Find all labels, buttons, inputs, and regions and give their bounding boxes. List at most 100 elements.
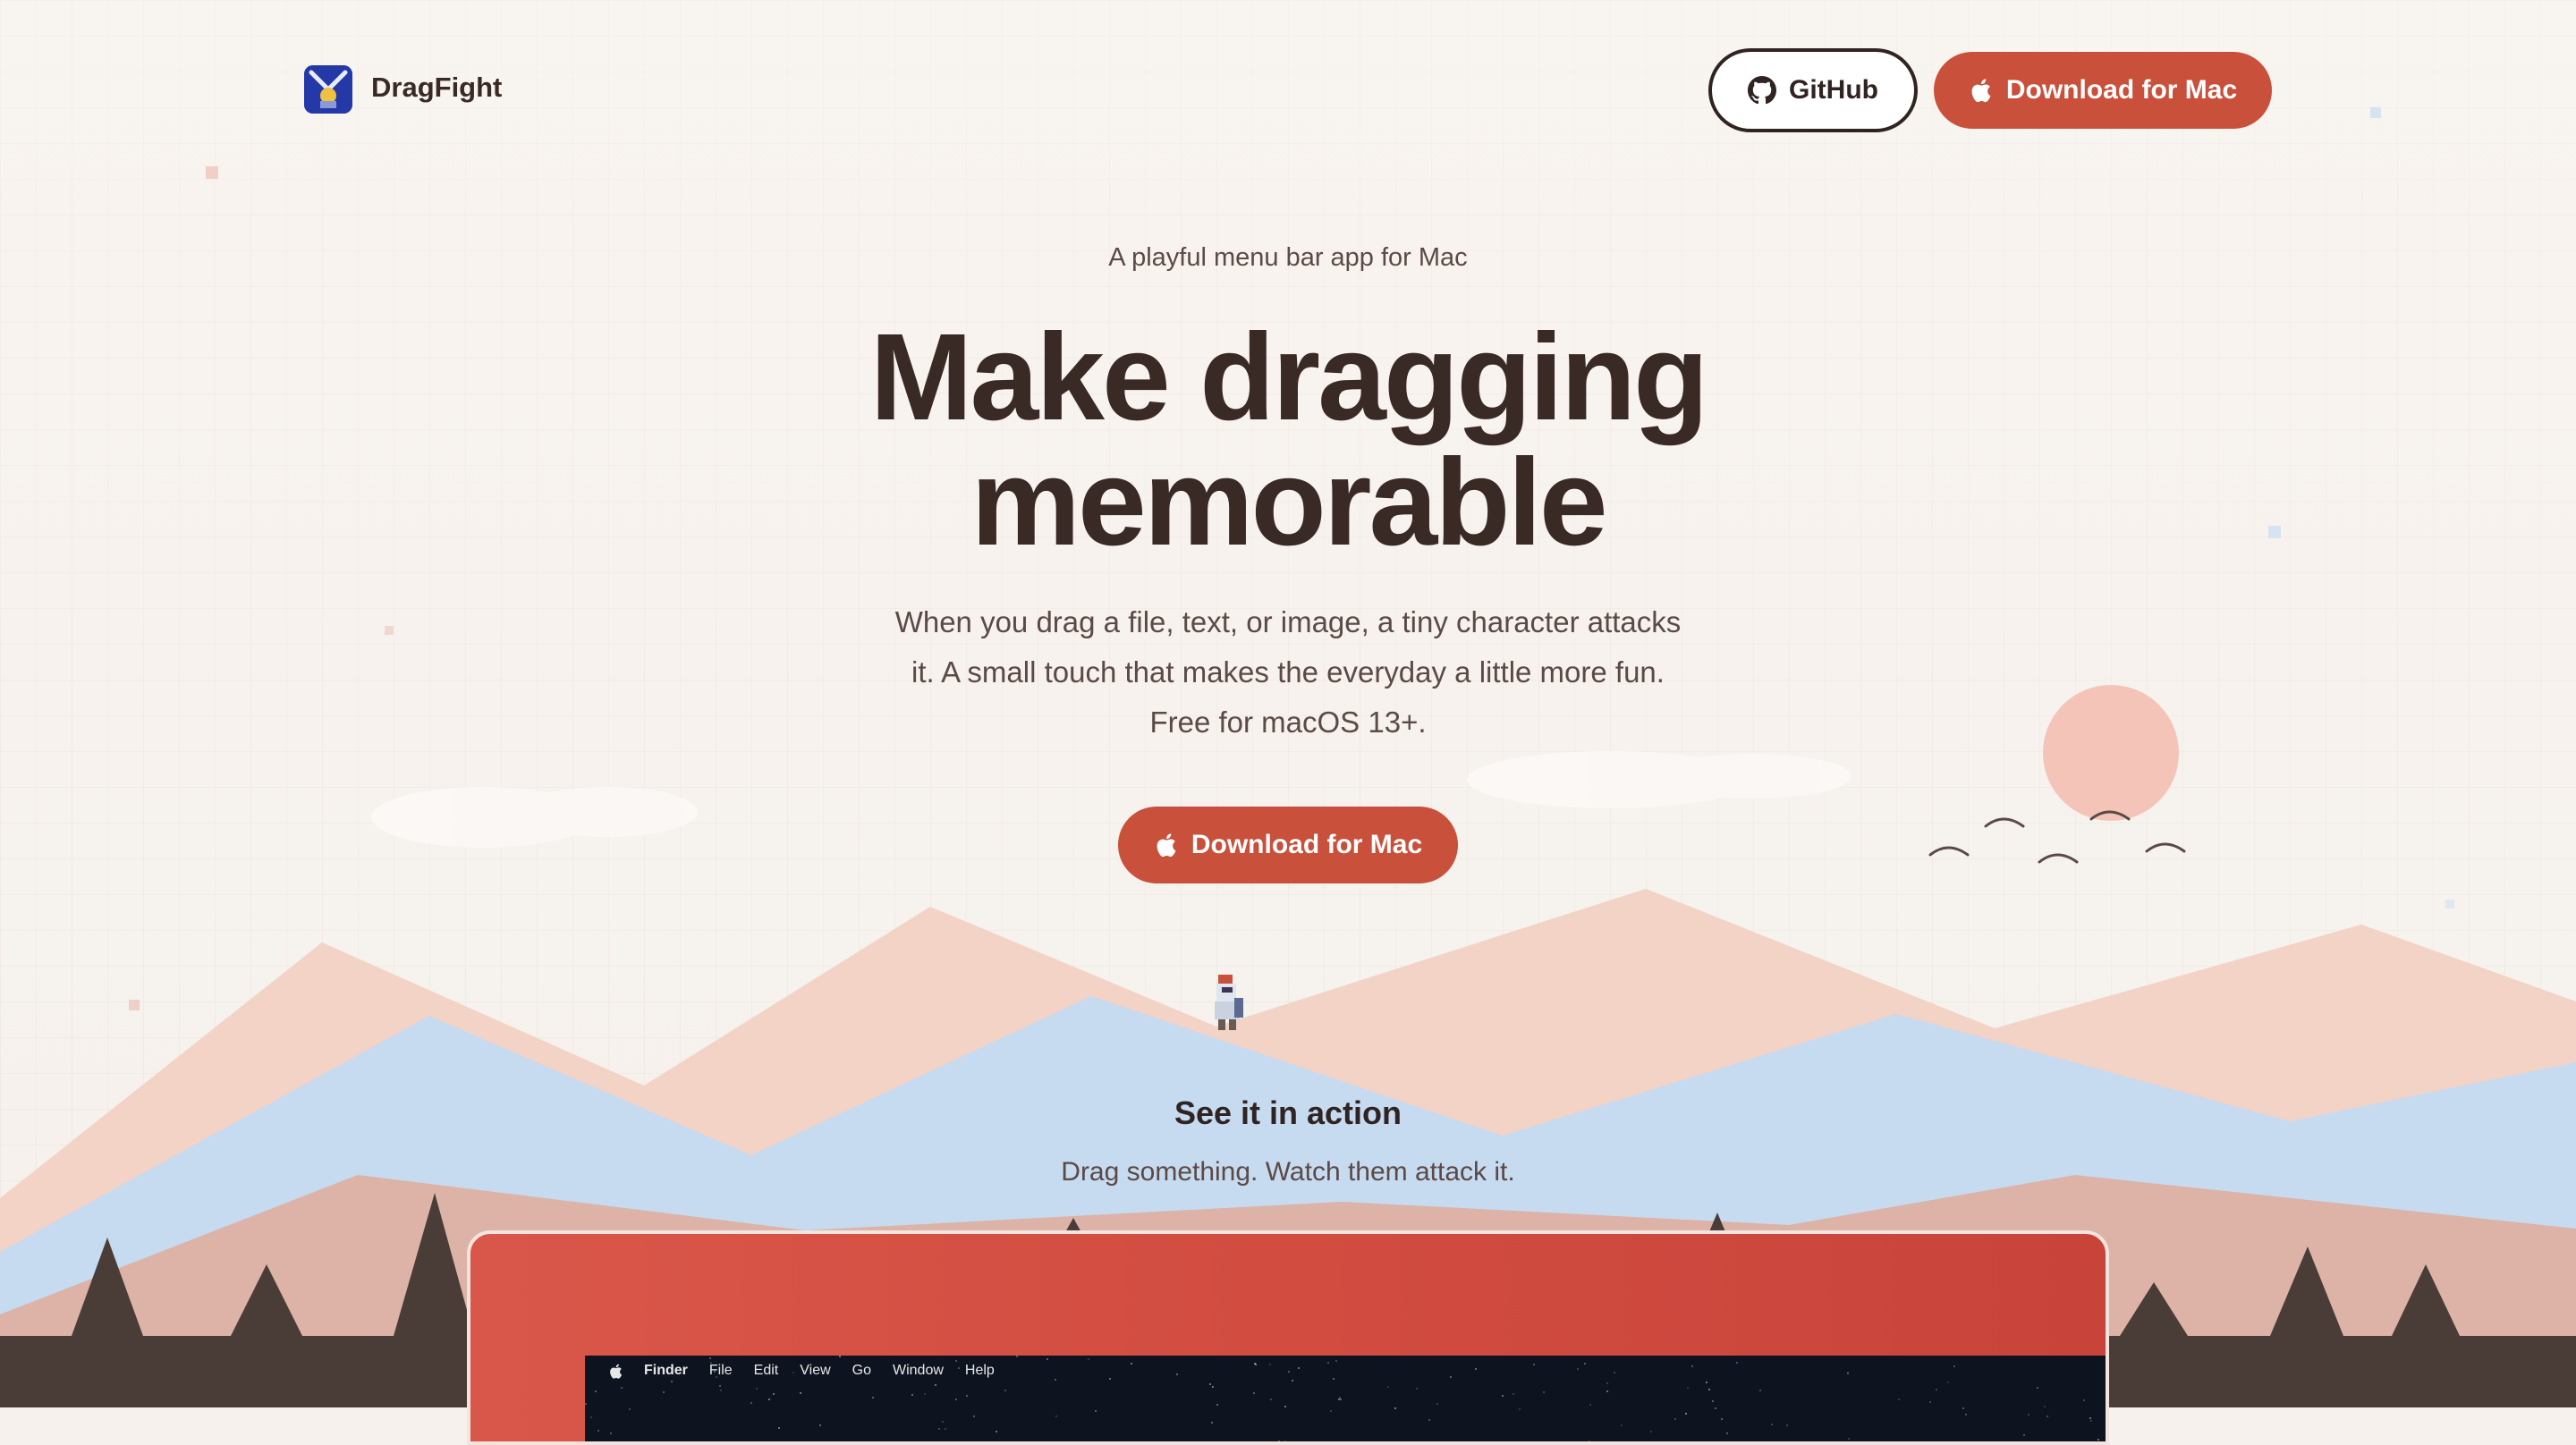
star (1340, 1399, 1342, 1400)
star (938, 1428, 940, 1430)
menubar-window[interactable]: Window (893, 1363, 944, 1379)
star (597, 1430, 599, 1432)
star (585, 1403, 587, 1405)
star (1428, 1419, 1430, 1421)
star (773, 1393, 775, 1395)
star (1543, 1391, 1545, 1393)
star (750, 1402, 752, 1404)
star (1394, 1407, 1396, 1409)
star (819, 1424, 821, 1426)
menubar-help[interactable]: Help (965, 1363, 995, 1379)
star (1284, 1441, 1286, 1442)
menubar-go[interactable]: Go (852, 1363, 871, 1379)
headline-line-1: Make dragging (869, 308, 1709, 446)
hero-description: When you drag a file, text, or image, a … (894, 605, 1682, 739)
star (1936, 1389, 1937, 1390)
star (1721, 1418, 1723, 1420)
star (2090, 1420, 2092, 1422)
app-logo-icon[interactable] (304, 65, 352, 114)
brand-name[interactable]: DragFight (371, 72, 502, 104)
headline: Make dragging memorable (0, 315, 2576, 565)
star (1621, 1424, 1623, 1426)
star (1211, 1422, 1213, 1424)
star (1278, 1441, 1280, 1442)
star (2037, 1387, 2038, 1389)
star (756, 1388, 758, 1390)
star (1715, 1407, 1716, 1409)
star (1848, 1438, 1850, 1440)
star (1589, 1404, 1591, 1406)
star (1519, 1408, 1521, 1410)
download-button-header[interactable]: Download for Mac (1934, 52, 2272, 129)
star (1650, 1431, 1652, 1432)
headline-line-2: memorable (970, 434, 1607, 571)
github-label: GitHub (1789, 75, 1878, 105)
menubar-file[interactable]: File (709, 1363, 733, 1379)
apple-icon (1157, 833, 1176, 858)
star (1259, 1442, 1261, 1444)
star (768, 1399, 770, 1400)
star (1606, 1390, 1608, 1392)
star (2083, 1399, 2085, 1401)
download-label: Download for Mac (2005, 75, 2238, 105)
star (1004, 1390, 1006, 1391)
star (955, 1399, 957, 1400)
star (629, 1408, 631, 1410)
star (924, 1393, 926, 1395)
star (1416, 1388, 1418, 1390)
star (973, 1415, 975, 1417)
star (1330, 1410, 1332, 1412)
github-button[interactable]: GitHub (1708, 48, 1918, 132)
star (966, 1395, 968, 1397)
download-button-hero[interactable]: Download for Mac (1118, 807, 1458, 883)
star (590, 1416, 592, 1418)
star (1712, 1400, 1714, 1402)
star (1929, 1401, 1931, 1403)
star (1726, 1432, 1728, 1434)
github-icon (1748, 76, 1776, 105)
star (1786, 1424, 1788, 1426)
star (1965, 1414, 1967, 1415)
star (1687, 1387, 1689, 1389)
star (1436, 1403, 1438, 1405)
star (2046, 1415, 2048, 1417)
star (1589, 1441, 1590, 1442)
star (1759, 1390, 1761, 1391)
star (996, 1431, 997, 1432)
star (663, 1391, 665, 1393)
star (1771, 1424, 1773, 1425)
apple-icon (610, 1364, 623, 1379)
decor-dot (2445, 900, 2454, 908)
decor-dot (129, 1000, 140, 1010)
star (2023, 1434, 2025, 1436)
demo-desktop: Finder File Edit View Go Window Help (585, 1356, 2106, 1444)
decor-dot (2370, 107, 2381, 118)
decor-dot (385, 626, 394, 635)
star (1212, 1386, 1214, 1388)
star (872, 1397, 874, 1399)
star (595, 1390, 597, 1392)
menubar-app[interactable]: Finder (644, 1363, 688, 1379)
action-subtitle: Drag something. Watch them attack it. (1061, 1157, 1515, 1187)
star (1095, 1410, 1097, 1412)
star (1513, 1393, 1514, 1395)
decor-dot (206, 166, 218, 179)
star (800, 1392, 801, 1394)
star (911, 1394, 913, 1396)
star (1216, 1404, 1218, 1406)
star (1270, 1399, 1272, 1400)
star (1708, 1389, 1710, 1390)
apple-icon (1971, 79, 1991, 103)
menubar-view[interactable]: View (800, 1363, 830, 1379)
star (1502, 1395, 1504, 1397)
menubar-edit[interactable]: Edit (754, 1363, 779, 1379)
download-label: Download for Mac (1191, 830, 1423, 859)
star (1387, 1386, 1389, 1388)
star (610, 1432, 612, 1434)
star (2089, 1417, 2091, 1419)
demo-menubar: Finder File Edit View Go Window Help (585, 1356, 2106, 1386)
action-title: See it in action (1174, 1094, 1402, 1131)
star (945, 1428, 946, 1430)
star (942, 1421, 944, 1423)
demo-window: Finder File Edit View Go Window Help (467, 1230, 2109, 1445)
